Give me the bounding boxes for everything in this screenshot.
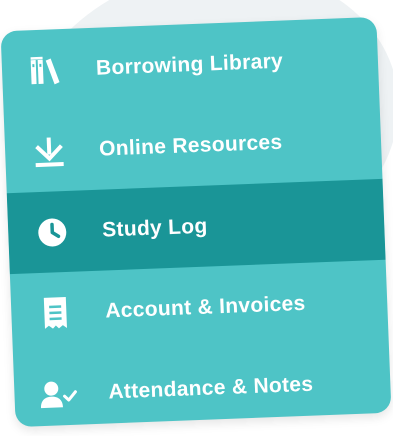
menu-item-borrowing-library[interactable]: Borrowing Library — [1, 17, 380, 112]
receipt-icon — [35, 292, 77, 334]
menu-list: Borrowing Library Online Resources Study… — [1, 17, 392, 427]
menu-item-label: Online Resources — [98, 130, 283, 161]
download-icon — [28, 130, 70, 172]
clock-icon — [32, 211, 74, 253]
menu-item-account-invoices[interactable]: Account & Invoices — [10, 260, 389, 355]
page: Borrowing Library Online Resources Study… — [0, 0, 393, 436]
menu-item-study-log[interactable]: Study Log — [6, 178, 386, 275]
menu-item-label: Account & Invoices — [104, 291, 306, 323]
books-icon — [25, 49, 67, 91]
menu-item-label: Attendance & Notes — [108, 372, 314, 403]
menu-item-attendance-notes[interactable]: Attendance & Notes — [13, 341, 391, 427]
menu-item-label: Study Log — [101, 214, 208, 242]
menu-item-online-resources[interactable]: Online Resources — [4, 98, 383, 193]
menu-item-label: Borrowing Library — [95, 49, 284, 80]
user-check-icon — [38, 373, 80, 415]
side-menu: Borrowing Library Online Resources Study… — [0, 16, 392, 428]
